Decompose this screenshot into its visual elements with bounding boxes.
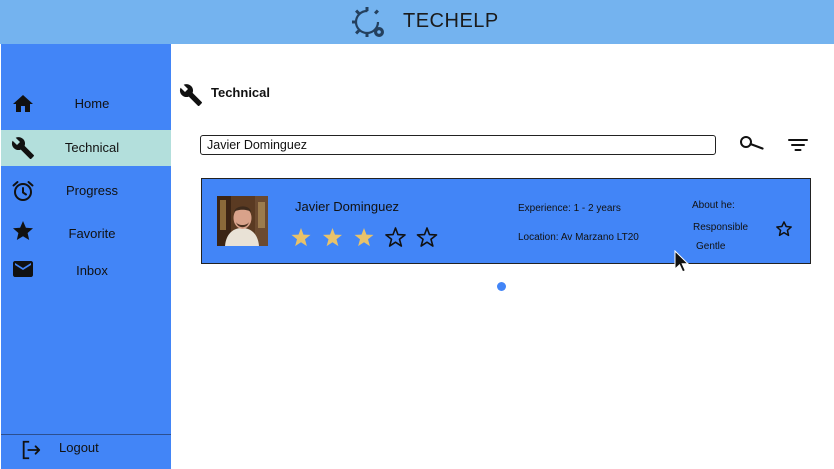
experience-text: Experience: 1 - 2 years: [518, 203, 621, 214]
sidebar-item-inbox[interactable]: Inbox: [1, 253, 171, 289]
sidebar-item-label: Technical: [64, 140, 120, 155]
sidebar-item-label: Inbox: [76, 263, 108, 278]
page-title: Technical: [211, 85, 271, 100]
trait-text: Responsible: [693, 222, 749, 233]
star-filled-icon: [322, 228, 343, 247]
star-filled-icon: [354, 228, 374, 247]
star-icon: [13, 221, 33, 240]
rating-stars: [291, 227, 438, 247]
sidebar-divider: [1, 434, 171, 435]
search-input[interactable]: [200, 135, 716, 155]
pagination-dot[interactable]: [497, 282, 506, 291]
sidebar-item-label: Favorite: [68, 226, 116, 241]
filter-icon[interactable]: [787, 136, 809, 154]
technician-card[interactable]: Javier Dominguez Experience: 1 - 2 years…: [201, 178, 811, 264]
search-key-icon[interactable]: [739, 134, 765, 154]
logout-icon: [22, 440, 41, 460]
home-icon: [13, 95, 33, 112]
sidebar: Home Technical Progress Favorite Inbox: [1, 44, 171, 469]
sidebar-item-favorite[interactable]: Favorite: [1, 216, 171, 252]
star-empty-icon: [416, 227, 438, 247]
technician-name: Javier Dominguez: [295, 199, 400, 214]
logout-button[interactable]: Logout: [1, 436, 171, 466]
sidebar-item-technical[interactable]: Technical: [1, 130, 171, 166]
gear-refresh-icon: [352, 7, 384, 37]
favorite-star-icon[interactable]: [774, 219, 794, 239]
star-filled-icon: [291, 228, 311, 247]
logout-label: Logout: [59, 440, 99, 455]
wrench-icon: [11, 137, 34, 159]
star-empty-icon: [385, 227, 406, 247]
sidebar-item-label: Home: [74, 96, 110, 111]
wrench-icon: [179, 84, 202, 106]
top-bar: TECHELP: [0, 0, 834, 44]
avatar: [217, 196, 268, 246]
alarm-clock-icon: [12, 181, 34, 201]
sidebar-item-label: Progress: [65, 183, 119, 198]
trait-text: Gentle: [696, 241, 726, 252]
mouse-cursor-icon: [674, 250, 690, 273]
sidebar-item-home[interactable]: Home: [1, 86, 171, 122]
sidebar-item-progress[interactable]: Progress: [1, 173, 171, 209]
location-text: Location: Av Marzano LT20: [518, 232, 639, 243]
app-title: TECHELP: [403, 10, 499, 32]
about-title: About he:: [692, 200, 735, 211]
mail-icon: [13, 261, 33, 277]
